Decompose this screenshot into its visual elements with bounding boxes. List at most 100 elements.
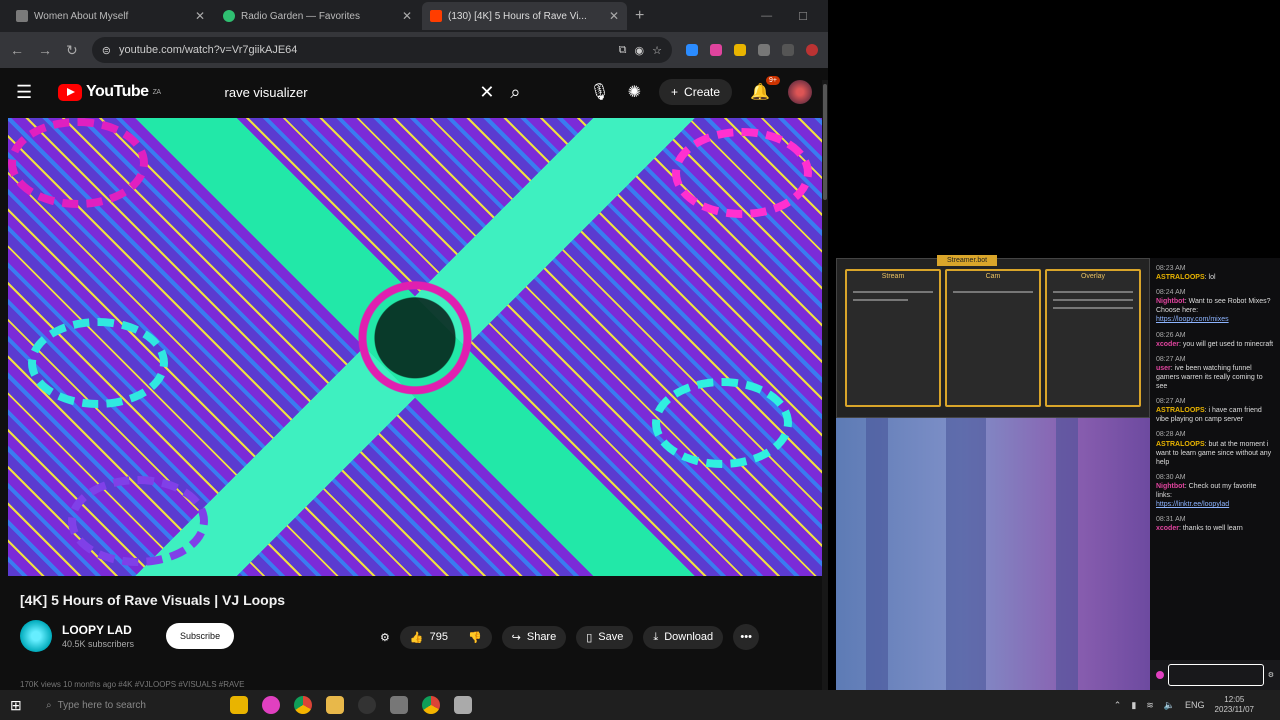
clear-search-icon[interactable]: ✕ <box>479 82 494 103</box>
chat-timestamp: 08:24 AM <box>1156 289 1186 297</box>
account-avatar[interactable] <box>788 80 812 104</box>
app-icon[interactable] <box>390 696 408 714</box>
extension-icon[interactable] <box>710 44 722 56</box>
chat-username[interactable]: xcoder <box>1156 525 1179 532</box>
puzzle-icon[interactable] <box>758 44 770 56</box>
profile-icon[interactable] <box>806 44 818 56</box>
thumbs-down-icon[interactable]: 👎 <box>468 631 482 644</box>
youtube-logo[interactable]: YouTube ZA <box>58 83 161 101</box>
chat-message: 08:26 AM xcoder: you will get used to min… <box>1156 331 1274 349</box>
page-scrollbar[interactable] <box>822 80 828 690</box>
new-tab-icon[interactable]: + <box>635 7 644 25</box>
extension-icon[interactable] <box>686 44 698 56</box>
chat-input[interactable] <box>1168 664 1264 686</box>
microphone-icon[interactable]: 🎙 <box>589 82 609 102</box>
share-button[interactable]: ↪ Share <box>501 625 567 649</box>
search-box[interactable]: rave visualizer ✕ ⌕ <box>221 75 521 109</box>
chat-input-bar: ⚙ <box>1150 660 1280 690</box>
pane-line <box>853 299 909 301</box>
chrome-icon[interactable] <box>422 696 440 714</box>
channel-name[interactable]: LOOPY LAD <box>62 623 134 637</box>
obs-dock: Streamer.bot Stream Cam Overlay <box>836 255 1150 418</box>
description-preview[interactable]: 170K views 10 months ago #4K #VJLOOPS #V… <box>20 680 244 689</box>
bookmark-star-icon[interactable]: ☆ <box>652 44 662 57</box>
obs-icon[interactable] <box>358 696 376 714</box>
battery-icon[interactable]: ▮ <box>1131 700 1136 711</box>
save-button[interactable]: ▯ Save <box>576 625 634 649</box>
chrome-icon[interactable] <box>294 696 312 714</box>
chat-link[interactable]: https://linktr.ee/loopylad <box>1156 500 1274 509</box>
chat-message: 08:23 AM ASTRALOOPS: lol <box>1156 264 1274 282</box>
video-player[interactable] <box>8 118 822 576</box>
subscribe-button[interactable]: Subscribe <box>166 623 235 649</box>
logo-text: YouTube <box>86 83 149 100</box>
video-owner: LOOPY LAD 40.5K subscribers Subscribe <box>20 620 235 652</box>
chat-username[interactable]: Nightbot <box>1156 483 1185 490</box>
youtube-header: ☰ YouTube ZA rave visualizer ✕ ⌕ 🎙 ✺ + C… <box>0 68 828 116</box>
scrollbar-thumb[interactable] <box>823 84 827 200</box>
obs-tab[interactable]: Streamer.bot <box>937 255 998 266</box>
menu-icon[interactable] <box>782 44 794 56</box>
save-label: Save <box>598 631 624 643</box>
assistant-icon[interactable]: ✺ <box>628 82 641 102</box>
video-actions: ⚙ 👍 795 👎 ↪ Share ▯ Save ⤓ Download ••• <box>380 624 760 650</box>
clock[interactable]: 12:05 2023/11/07 <box>1215 695 1254 714</box>
reload-icon[interactable]: ↻ <box>66 42 78 59</box>
obs-pane-cam: Cam <box>945 269 1041 407</box>
chat-link[interactable]: https://loopy.com/mixes <box>1156 315 1274 324</box>
download-button[interactable]: ⤓ Download <box>643 625 724 649</box>
chat-username[interactable]: ASTRALOOPS <box>1156 407 1205 414</box>
chevron-up-icon[interactable]: ⌃ <box>1114 700 1122 711</box>
eye-icon[interactable]: ◉ <box>635 44 645 57</box>
channel-avatar[interactable] <box>20 620 52 652</box>
tab-1[interactable]: Women About Myself ✕ <box>8 2 213 30</box>
network-icon[interactable]: ≋ <box>1146 700 1154 711</box>
minimize-icon[interactable]: — <box>761 10 772 23</box>
pane-line <box>1053 299 1133 301</box>
emote-icon[interactable] <box>1156 671 1164 679</box>
search-icon[interactable]: ⌕ <box>510 82 520 103</box>
app-icon[interactable] <box>262 696 280 714</box>
extension-icon[interactable] <box>734 44 746 56</box>
taskbar-search[interactable]: ⌕ Type here to search <box>46 700 216 711</box>
install-icon[interactable]: ⧉ <box>619 44 627 57</box>
system-tray: ⌃ ▮ ≋ 🔈 ENG 12:05 2023/11/07 <box>1114 695 1280 714</box>
share-label: Share <box>526 631 557 643</box>
widgets-icon[interactable] <box>230 696 248 714</box>
tab-2[interactable]: Radio Garden — Favorites ✕ <box>215 2 420 30</box>
join-icon[interactable]: ⚙ <box>380 631 390 644</box>
windows-start-icon[interactable]: ⊞ <box>10 697 32 714</box>
file-explorer-icon[interactable] <box>326 696 344 714</box>
volume-icon[interactable]: 🔈 <box>1164 700 1175 711</box>
chat-username[interactable]: ASTRALOOPS <box>1156 274 1205 281</box>
create-button[interactable]: + Create <box>659 79 733 105</box>
bell-icon: 🔔 <box>750 84 770 101</box>
url-field[interactable]: ⊜ youtube.com/watch?v=Vr7giikAJE64 ⧉ ◉ ☆ <box>91 37 672 63</box>
chat-username[interactable]: xcoder <box>1156 341 1179 348</box>
chat-username[interactable]: user <box>1156 365 1171 372</box>
pane-line <box>1053 307 1133 309</box>
back-icon[interactable]: ← <box>10 42 24 58</box>
close-icon[interactable]: ✕ <box>609 9 619 23</box>
more-icon[interactable]: ••• <box>733 624 760 650</box>
forward-icon[interactable]: → <box>38 42 52 58</box>
close-icon[interactable]: ✕ <box>402 9 412 23</box>
site-info-icon[interactable]: ⊜ <box>102 44 111 57</box>
notification-badge: 9+ <box>766 76 780 85</box>
chat-settings-icon[interactable]: ⚙ <box>1268 671 1274 679</box>
like-button[interactable]: 👍 795 👎 <box>399 625 492 649</box>
language-indicator[interactable]: ENG <box>1185 700 1205 710</box>
hamburger-menu-icon[interactable]: ☰ <box>16 82 46 103</box>
close-icon[interactable]: ✕ <box>195 9 205 23</box>
chat-username[interactable]: ASTRALOOPS <box>1156 441 1205 448</box>
chat-username[interactable]: Nightbot <box>1156 298 1185 305</box>
search-icon: ⌕ <box>46 699 52 711</box>
address-bar: ← → ↻ ⊜ youtube.com/watch?v=Vr7giikAJE64… <box>0 32 828 68</box>
notifications-button[interactable]: 🔔 9+ <box>750 76 780 102</box>
maximize-icon[interactable]: ☐ <box>798 10 808 23</box>
app-icon[interactable] <box>454 696 472 714</box>
search-input[interactable]: rave visualizer <box>225 85 480 100</box>
tab-3[interactable]: (130) [4K] 5 Hours of Rave Vi... ✕ <box>422 2 627 30</box>
tab-strip: Women About Myself ✕ Radio Garden — Favo… <box>0 0 828 32</box>
stream-chat: 08:23 AM ASTRALOOPS: lol 08:24 AM Nightbot:… <box>1150 258 1280 690</box>
